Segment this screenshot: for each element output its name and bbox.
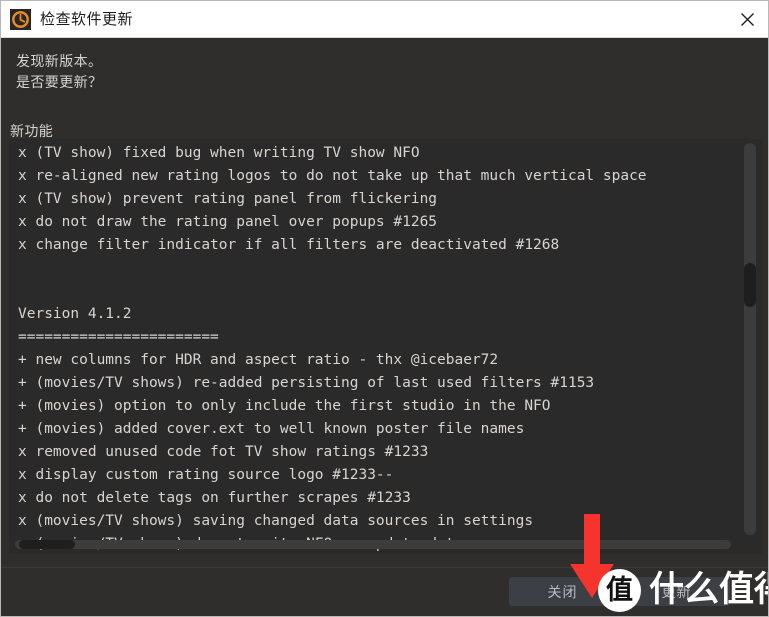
- close-button[interactable]: 关闭: [509, 577, 616, 606]
- dialog-button-bar: 关闭 更新: [1, 567, 768, 616]
- changelog-section-label: 新功能: [10, 124, 54, 140]
- close-icon[interactable]: [724, 1, 768, 37]
- update-button[interactable]: 更新: [623, 577, 730, 606]
- update-dialog: 检查软件更新 发现新版本。 是否要更新？ 新功能 x (TV show) fix…: [0, 0, 769, 617]
- changelog-horizontal-scrollbar[interactable]: [15, 540, 731, 549]
- horizontal-scrollbar-thumb[interactable]: [19, 540, 75, 549]
- changelog-text: x (TV show) fixed bug when writing TV sh…: [18, 144, 647, 552]
- new-version-message: 发现新版本。: [16, 54, 103, 70]
- window-title: 检查软件更新: [40, 10, 134, 28]
- title-bar: 检查软件更新: [1, 1, 768, 38]
- changelog-pane[interactable]: x (TV show) fixed bug when writing TV sh…: [9, 139, 762, 554]
- update-clock-icon: [10, 9, 31, 30]
- changelog-vertical-scrollbar[interactable]: [744, 143, 756, 535]
- update-prompt-message: 是否要更新？: [16, 75, 103, 91]
- vertical-scrollbar-thumb[interactable]: [744, 263, 756, 307]
